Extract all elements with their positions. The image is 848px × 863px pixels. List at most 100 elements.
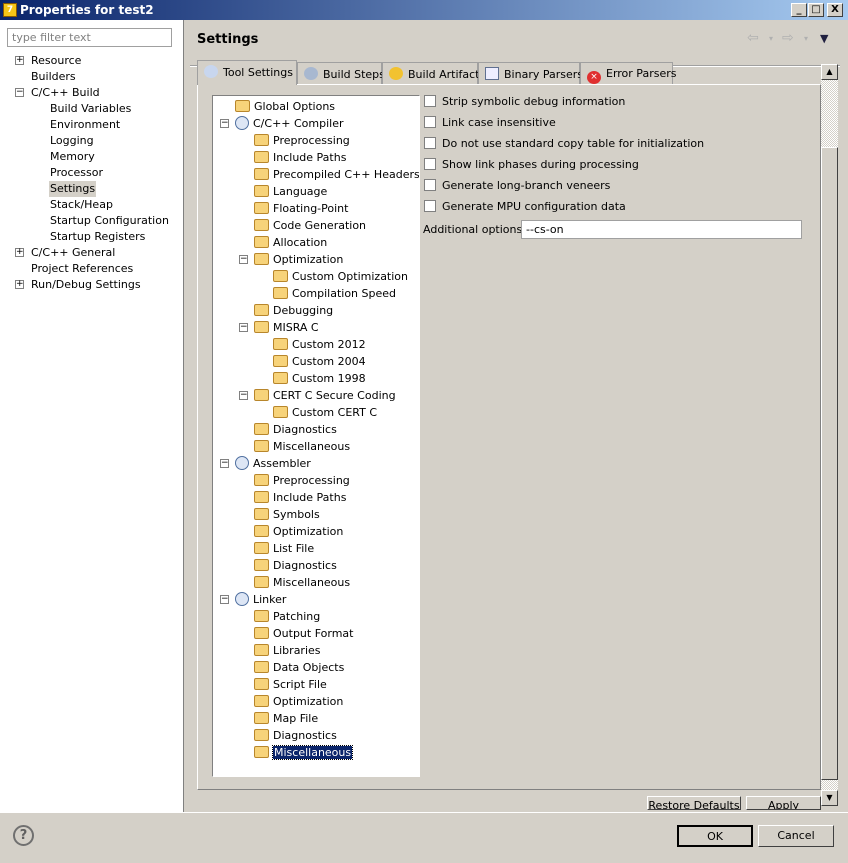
- back-icon[interactable]: ⇦: [747, 30, 759, 46]
- sidebar-item[interactable]: Run/Debug Settings: [30, 277, 142, 293]
- sidebar-item[interactable]: Environment: [49, 117, 121, 133]
- ok-button[interactable]: OK: [677, 825, 753, 847]
- tree-item[interactable]: Assembler: [235, 455, 311, 472]
- tree-item[interactable]: Custom CERT C: [273, 404, 377, 421]
- tree-item[interactable]: Optimization: [254, 523, 343, 540]
- checkbox[interactable]: [424, 116, 436, 128]
- tree-item[interactable]: Linker: [235, 591, 286, 608]
- tab-tool-settings[interactable]: Tool Settings: [197, 60, 297, 85]
- apply-button[interactable]: Apply: [746, 796, 821, 810]
- back-menu-icon[interactable]: ▾: [769, 34, 773, 43]
- tree-item[interactable]: Diagnostics: [254, 421, 337, 438]
- tree-item[interactable]: CERT C Secure Coding: [254, 387, 396, 404]
- tree-item[interactable]: Debugging: [254, 302, 333, 319]
- tree-item[interactable]: Patching: [254, 608, 320, 625]
- expand-icon[interactable]: +: [15, 248, 24, 257]
- collapse-icon[interactable]: −: [239, 391, 248, 400]
- tree-item[interactable]: Miscellaneous: [254, 438, 350, 455]
- scroll-thumb[interactable]: [821, 147, 838, 780]
- option-checkbox[interactable]: Strip symbolic debug information: [424, 93, 625, 110]
- tree-item[interactable]: Include Paths: [254, 149, 346, 166]
- sidebar-item[interactable]: C/C++ Build: [30, 85, 101, 101]
- vertical-scrollbar[interactable]: ▲ ▼: [821, 64, 838, 806]
- sidebar-item[interactable]: Memory: [49, 149, 96, 165]
- collapse-icon[interactable]: −: [220, 459, 229, 468]
- tab-binary-parsers[interactable]: Binary Parsers: [478, 62, 583, 84]
- collapse-icon[interactable]: −: [220, 119, 229, 128]
- filter-input[interactable]: type filter text: [7, 28, 172, 47]
- tree-item[interactable]: Precompiled C++ Headers: [254, 166, 419, 183]
- tree-item[interactable]: Allocation: [254, 234, 327, 251]
- sidebar-item[interactable]: Processor: [49, 165, 104, 181]
- sidebar-item[interactable]: Resource: [30, 53, 82, 69]
- checkbox[interactable]: [424, 200, 436, 212]
- close-button[interactable]: X: [827, 3, 843, 17]
- sidebar-item[interactable]: C/C++ General: [30, 245, 116, 261]
- tab-build-artifact[interactable]: Build Artifact: [382, 62, 480, 84]
- tree-item[interactable]: Include Paths: [254, 489, 346, 506]
- tree-item[interactable]: Custom 2004: [273, 353, 366, 370]
- option-checkbox[interactable]: Link case insensitive: [424, 114, 556, 131]
- view-menu-icon[interactable]: ▼: [820, 32, 828, 45]
- tree-item[interactable]: Language: [254, 183, 327, 200]
- option-checkbox[interactable]: Do not use standard copy table for initi…: [424, 135, 704, 152]
- maximize-button[interactable]: □: [808, 3, 824, 17]
- tree-item[interactable]: Custom 1998: [273, 370, 366, 387]
- tree-item[interactable]: List File: [254, 540, 314, 557]
- restore-defaults-button[interactable]: Restore Defaults: [647, 796, 741, 810]
- sidebar-item[interactable]: Logging: [49, 133, 95, 149]
- tree-item[interactable]: Preprocessing: [254, 132, 350, 149]
- collapse-icon[interactable]: −: [15, 88, 24, 97]
- minimize-button[interactable]: _: [791, 3, 807, 17]
- collapse-icon[interactable]: −: [220, 595, 229, 604]
- tree-item[interactable]: MISRA C: [254, 319, 319, 336]
- checkbox[interactable]: [424, 179, 436, 191]
- sidebar-item[interactable]: Settings: [49, 181, 97, 197]
- option-checkbox[interactable]: Generate MPU configuration data: [424, 198, 626, 215]
- option-checkbox[interactable]: Generate long-branch veneers: [424, 177, 610, 194]
- tree-item[interactable]: Script File: [254, 676, 327, 693]
- tab-error-parsers[interactable]: × Error Parsers: [580, 62, 676, 84]
- tree-item[interactable]: Libraries: [254, 642, 321, 659]
- additional-options-input[interactable]: --cs-on: [521, 220, 802, 239]
- expand-icon[interactable]: +: [15, 56, 24, 65]
- scroll-up-icon[interactable]: ▲: [821, 64, 838, 80]
- tree-item[interactable]: Optimization: [254, 251, 343, 268]
- tree-item[interactable]: Global Options: [235, 98, 335, 115]
- checkbox[interactable]: [424, 158, 436, 170]
- tree-item[interactable]: Miscellaneous: [254, 744, 354, 761]
- sidebar-item[interactable]: Build Variables: [49, 101, 132, 117]
- forward-menu-icon[interactable]: ▾: [804, 34, 808, 43]
- checkbox[interactable]: [424, 95, 436, 107]
- forward-icon[interactable]: ⇨: [782, 30, 794, 46]
- tree-item[interactable]: Output Format: [254, 625, 353, 642]
- tree-item[interactable]: Compilation Speed: [273, 285, 396, 302]
- cancel-button[interactable]: Cancel: [758, 825, 834, 847]
- help-icon[interactable]: ?: [13, 825, 34, 846]
- tree-item[interactable]: Code Generation: [254, 217, 366, 234]
- sidebar-item[interactable]: Startup Configuration: [49, 213, 170, 229]
- tree-item[interactable]: Custom Optimization: [273, 268, 408, 285]
- tree-item[interactable]: Floating-Point: [254, 200, 348, 217]
- tree-item[interactable]: Optimization: [254, 693, 343, 710]
- sidebar-item[interactable]: Builders: [30, 69, 77, 85]
- tab-build-steps[interactable]: Build Steps: [297, 62, 385, 84]
- tree-item[interactable]: Custom 2012: [273, 336, 366, 353]
- collapse-icon[interactable]: −: [239, 323, 248, 332]
- collapse-icon[interactable]: −: [239, 255, 248, 264]
- tree-item[interactable]: Preprocessing: [254, 472, 350, 489]
- tree-item[interactable]: Miscellaneous: [254, 574, 350, 591]
- option-checkbox[interactable]: Show link phases during processing: [424, 156, 639, 173]
- tree-item[interactable]: Diagnostics: [254, 557, 337, 574]
- scroll-down-icon[interactable]: ▼: [821, 790, 838, 806]
- sidebar-item[interactable]: Stack/Heap: [49, 197, 114, 213]
- tree-item[interactable]: Map File: [254, 710, 318, 727]
- tree-item[interactable]: Symbols: [254, 506, 320, 523]
- sidebar-item[interactable]: Project References: [30, 261, 134, 277]
- sidebar-item[interactable]: Startup Registers: [49, 229, 146, 245]
- checkbox[interactable]: [424, 137, 436, 149]
- expand-icon[interactable]: +: [15, 280, 24, 289]
- tree-item[interactable]: Data Objects: [254, 659, 344, 676]
- tree-item[interactable]: Diagnostics: [254, 727, 337, 744]
- tree-item[interactable]: C/C++ Compiler: [235, 115, 344, 132]
